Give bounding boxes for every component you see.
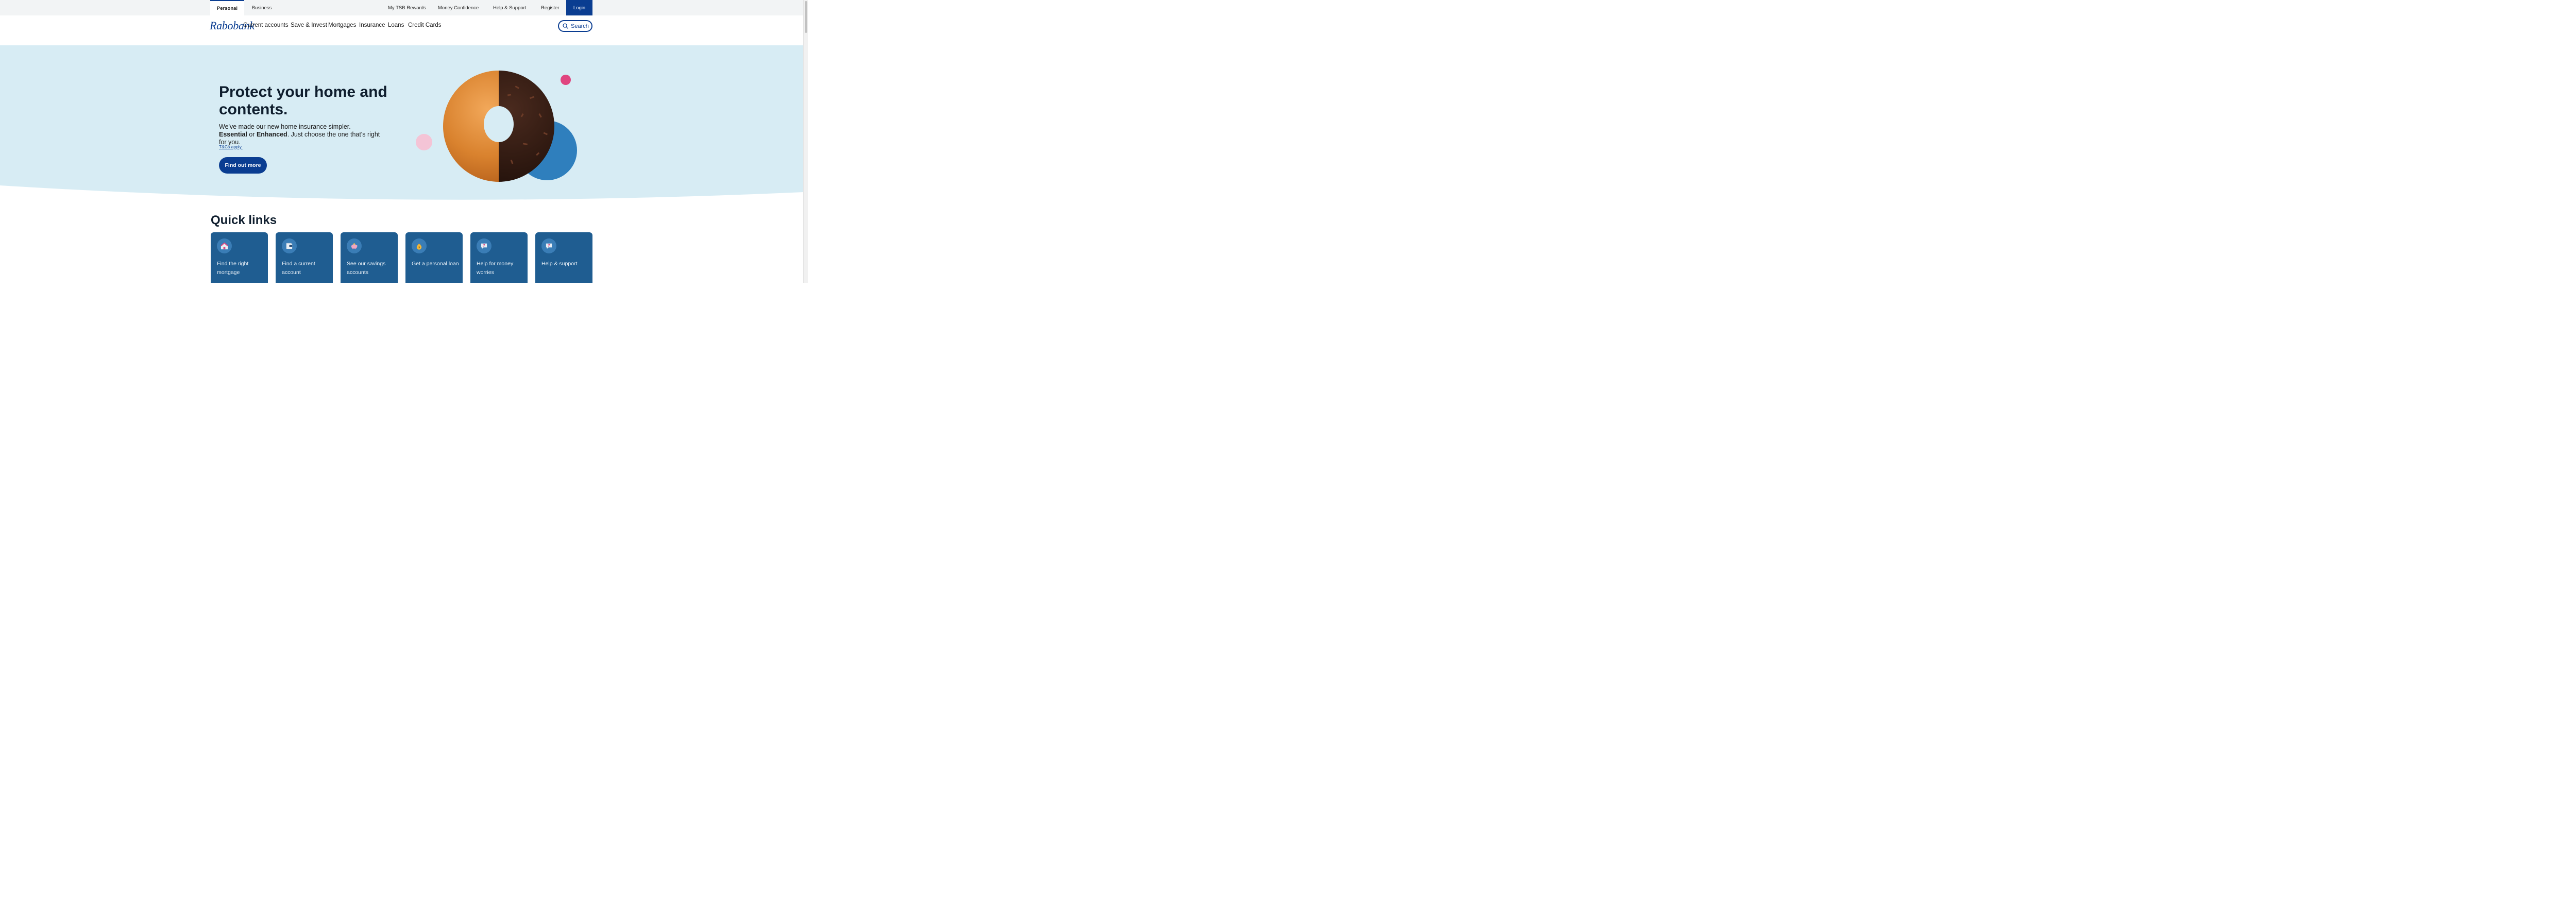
quick-link-label: Find a current account — [282, 261, 315, 276]
hero-body-line1: We've made our new home insurance simple… — [219, 123, 351, 130]
piggy-bank-icon — [347, 238, 362, 253]
tab-business[interactable]: Business — [245, 0, 278, 15]
quick-link-mortgage[interactable]: Find the right mortgage — [211, 232, 268, 283]
quick-link-label: Find the right mortgage — [217, 261, 249, 276]
donut-illustration — [416, 71, 577, 182]
register-link[interactable]: Register — [541, 0, 559, 15]
login-button[interactable]: Login — [566, 0, 592, 15]
search-button[interactable]: Search — [558, 20, 592, 32]
quick-link-label: Help for money worries — [477, 261, 514, 276]
page-scrollbar[interactable] — [803, 0, 808, 283]
pink-circle-decoration — [561, 75, 571, 85]
quick-link-label: Help & support — [541, 261, 578, 267]
hero-or-text: or — [247, 131, 257, 138]
svg-text:$: $ — [418, 246, 420, 249]
money-bag-icon: $ — [412, 238, 427, 253]
quick-link-label: Get a personal loan — [412, 261, 459, 267]
light-pink-circle-decoration — [416, 134, 432, 150]
question-chat-icon: ? — [477, 238, 492, 253]
quick-link-savings[interactable]: See our savings accounts — [341, 232, 398, 283]
search-icon — [563, 23, 568, 29]
nav-item-save-invest[interactable]: Save & Invest — [291, 22, 327, 28]
quick-link-current-account[interactable]: Find a current account — [276, 232, 333, 283]
hero-description: We've made our new home insurance simple… — [219, 123, 389, 146]
money-confidence-link[interactable]: Money Confidence — [438, 0, 479, 15]
quick-link-money-worries[interactable]: ? Help for money worries — [470, 232, 528, 283]
help-support-link[interactable]: Help & Support — [493, 0, 526, 15]
hero-title: Protect your home and contents. — [219, 83, 387, 118]
tab-personal[interactable]: Personal — [210, 0, 244, 15]
svg-text:?: ? — [548, 243, 550, 248]
nav-item-current-accounts[interactable]: Current accounts — [243, 22, 289, 28]
option-essential: Essential — [219, 131, 247, 138]
find-out-more-button[interactable]: Find out more — [219, 157, 267, 174]
question-chat-icon: ? — [541, 238, 556, 253]
rewards-link[interactable]: My TSB Rewards — [388, 0, 426, 15]
nav-item-insurance[interactable]: Insurance — [359, 22, 385, 28]
wallet-icon — [282, 238, 297, 253]
quick-links-heading: Quick links — [211, 213, 277, 227]
hero-banner: Protect your home and contents. We've ma… — [0, 45, 803, 200]
quick-link-personal-loan[interactable]: $ Get a personal loan — [405, 232, 463, 283]
quick-link-help-support[interactable]: ? Help & support — [535, 232, 592, 283]
scrollbar-thumb[interactable] — [805, 1, 807, 33]
option-enhanced: Enhanced — [256, 131, 287, 138]
utility-bar: Personal Business My TSB Rewards Money C… — [0, 0, 808, 15]
quick-link-label: See our savings accounts — [347, 261, 386, 276]
nav-item-mortgages[interactable]: Mortgages — [328, 22, 356, 28]
search-label: Search — [571, 23, 589, 29]
nav-item-loans[interactable]: Loans — [388, 22, 404, 28]
nav-item-credit-cards[interactable]: Credit Cards — [408, 22, 442, 28]
tcs-link[interactable]: T&Cs apply. — [219, 144, 243, 149]
hero-background — [0, 45, 803, 200]
svg-text:?: ? — [483, 243, 485, 248]
house-icon — [217, 238, 232, 253]
